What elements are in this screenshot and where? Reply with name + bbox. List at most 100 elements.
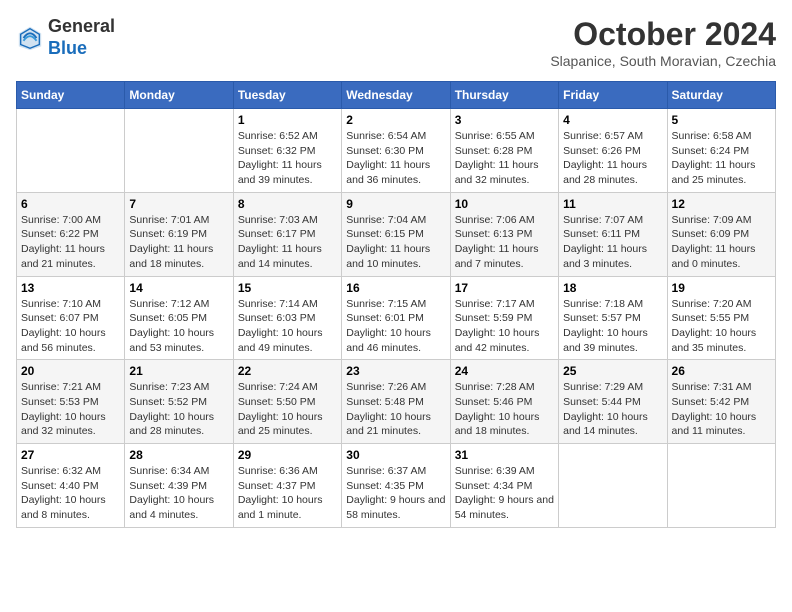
- calendar-cell: 30 Sunrise: 6:37 AMSunset: 4:35 PMDayligh…: [342, 444, 450, 528]
- calendar-cell: 1 Sunrise: 6:52 AMSunset: 6:32 PMDaylight…: [233, 109, 341, 193]
- logo-blue-text: Blue: [48, 38, 87, 58]
- calendar-table: SundayMondayTuesdayWednesdayThursdayFrid…: [16, 81, 776, 528]
- day-number: 28: [129, 448, 228, 462]
- day-info: Sunrise: 6:37 AMSunset: 4:35 PMDaylight:…: [346, 464, 445, 523]
- logo: General Blue: [16, 16, 115, 59]
- calendar-cell: 29Sunrise: 6:36 AMSunset: 4:37 PMDayligh…: [233, 444, 341, 528]
- day-info: Sunrise: 7:14 AMSunset: 6:03 PMDaylight:…: [238, 297, 337, 356]
- calendar-cell: 8 Sunrise: 7:03 AMSunset: 6:17 PMDaylight…: [233, 192, 341, 276]
- week-row-3: 13 Sunrise: 7:10 AMSunset: 6:07 PMDayligh…: [17, 276, 776, 360]
- calendar-cell: 23 Sunrise: 7:26 AMSunset: 5:48 PMDayligh…: [342, 360, 450, 444]
- calendar-cell: 31Sunrise: 6:39 AMSunset: 4:34 PMDayligh…: [450, 444, 558, 528]
- calendar-cell: [667, 444, 775, 528]
- calendar-cell: 17 Sunrise: 7:17 AMSunset: 5:59 PMDayligh…: [450, 276, 558, 360]
- weekday-header-tuesday: Tuesday: [233, 82, 341, 109]
- day-info: Sunrise: 7:06 AMSunset: 6:13 PMDaylight:…: [455, 213, 554, 272]
- day-info: Sunrise: 7:07 AMSunset: 6:11 PMDaylight:…: [563, 213, 662, 272]
- calendar-cell: [559, 444, 667, 528]
- calendar-cell: [17, 109, 125, 193]
- day-number: 15: [238, 281, 337, 295]
- day-number: 6: [21, 197, 120, 211]
- day-info: Sunrise: 7:21 AMSunset: 5:53 PMDaylight:…: [21, 380, 120, 439]
- calendar-cell: 4Sunrise: 6:57 AMSunset: 6:26 PMDaylight…: [559, 109, 667, 193]
- calendar-cell: 11 Sunrise: 7:07 AMSunset: 6:11 PMDayligh…: [559, 192, 667, 276]
- day-info: Sunrise: 7:09 AMSunset: 6:09 PMDaylight:…: [672, 213, 771, 272]
- day-info: Sunrise: 7:29 AMSunset: 5:44 PMDaylight:…: [563, 380, 662, 439]
- day-number: 27: [21, 448, 120, 462]
- day-number: 11: [563, 197, 662, 211]
- day-info: Sunrise: 6:34 AMSunset: 4:39 PMDaylight:…: [129, 464, 228, 523]
- day-number: 23: [346, 364, 445, 378]
- day-number: 1: [238, 113, 337, 127]
- calendar-cell: 20Sunrise: 7:21 AMSunset: 5:53 PMDayligh…: [17, 360, 125, 444]
- day-number: 8: [238, 197, 337, 211]
- day-number: 24: [455, 364, 554, 378]
- calendar-cell: 26Sunrise: 7:31 AMSunset: 5:42 PMDayligh…: [667, 360, 775, 444]
- day-number: 2: [346, 113, 445, 127]
- day-number: 16: [346, 281, 445, 295]
- calendar-cell: 15 Sunrise: 7:14 AMSunset: 6:03 PMDayligh…: [233, 276, 341, 360]
- month-title: October 2024: [550, 16, 776, 53]
- day-number: 29: [238, 448, 337, 462]
- week-row-1: 1 Sunrise: 6:52 AMSunset: 6:32 PMDaylight…: [17, 109, 776, 193]
- day-info: Sunrise: 7:00 AMSunset: 6:22 PMDaylight:…: [21, 213, 120, 272]
- day-info: Sunrise: 7:24 AMSunset: 5:50 PMDaylight:…: [238, 380, 337, 439]
- weekday-header-saturday: Saturday: [667, 82, 775, 109]
- day-info: Sunrise: 6:55 AMSunset: 6:28 PMDaylight:…: [455, 129, 554, 188]
- day-number: 30: [346, 448, 445, 462]
- day-number: 25: [563, 364, 662, 378]
- calendar-cell: 27 Sunrise: 6:32 AMSunset: 4:40 PMDayligh…: [17, 444, 125, 528]
- weekday-header-row: SundayMondayTuesdayWednesdayThursdayFrid…: [17, 82, 776, 109]
- calendar-cell: 13 Sunrise: 7:10 AMSunset: 6:07 PMDayligh…: [17, 276, 125, 360]
- week-row-4: 20Sunrise: 7:21 AMSunset: 5:53 PMDayligh…: [17, 360, 776, 444]
- day-number: 14: [129, 281, 228, 295]
- week-row-2: 6 Sunrise: 7:00 AMSunset: 6:22 PMDaylight…: [17, 192, 776, 276]
- day-info: Sunrise: 7:28 AMSunset: 5:46 PMDaylight:…: [455, 380, 554, 439]
- day-info: Sunrise: 7:04 AMSunset: 6:15 PMDaylight:…: [346, 213, 445, 272]
- calendar-cell: 19 Sunrise: 7:20 AMSunset: 5:55 PMDayligh…: [667, 276, 775, 360]
- calendar-cell: 7Sunrise: 7:01 AMSunset: 6:19 PMDaylight…: [125, 192, 233, 276]
- day-number: 31: [455, 448, 554, 462]
- week-row-5: 27 Sunrise: 6:32 AMSunset: 4:40 PMDayligh…: [17, 444, 776, 528]
- day-info: Sunrise: 6:32 AMSunset: 4:40 PMDaylight:…: [21, 464, 120, 523]
- day-number: 12: [672, 197, 771, 211]
- day-info: Sunrise: 7:23 AMSunset: 5:52 PMDaylight:…: [129, 380, 228, 439]
- day-info: Sunrise: 7:20 AMSunset: 5:55 PMDaylight:…: [672, 297, 771, 356]
- day-info: Sunrise: 7:03 AMSunset: 6:17 PMDaylight:…: [238, 213, 337, 272]
- calendar-cell: [125, 109, 233, 193]
- title-block: October 2024 Slapanice, South Moravian, …: [550, 16, 776, 69]
- day-info: Sunrise: 7:31 AMSunset: 5:42 PMDaylight:…: [672, 380, 771, 439]
- day-info: Sunrise: 7:10 AMSunset: 6:07 PMDaylight:…: [21, 297, 120, 356]
- calendar-cell: 5Sunrise: 6:58 AMSunset: 6:24 PMDaylight…: [667, 109, 775, 193]
- day-number: 13: [21, 281, 120, 295]
- day-number: 17: [455, 281, 554, 295]
- day-info: Sunrise: 6:52 AMSunset: 6:32 PMDaylight:…: [238, 129, 337, 188]
- calendar-cell: 9Sunrise: 7:04 AMSunset: 6:15 PMDaylight…: [342, 192, 450, 276]
- day-info: Sunrise: 6:54 AMSunset: 6:30 PMDaylight:…: [346, 129, 445, 188]
- day-number: 22: [238, 364, 337, 378]
- day-info: Sunrise: 7:12 AMSunset: 6:05 PMDaylight:…: [129, 297, 228, 356]
- day-number: 21: [129, 364, 228, 378]
- day-number: 10: [455, 197, 554, 211]
- calendar-cell: 28 Sunrise: 6:34 AMSunset: 4:39 PMDayligh…: [125, 444, 233, 528]
- weekday-header-thursday: Thursday: [450, 82, 558, 109]
- calendar-cell: 25 Sunrise: 7:29 AMSunset: 5:44 PMDayligh…: [559, 360, 667, 444]
- calendar-cell: 12 Sunrise: 7:09 AMSunset: 6:09 PMDayligh…: [667, 192, 775, 276]
- day-info: Sunrise: 7:17 AMSunset: 5:59 PMDaylight:…: [455, 297, 554, 356]
- calendar-cell: 3Sunrise: 6:55 AMSunset: 6:28 PMDaylight…: [450, 109, 558, 193]
- day-number: 18: [563, 281, 662, 295]
- weekday-header-friday: Friday: [559, 82, 667, 109]
- calendar-cell: 6 Sunrise: 7:00 AMSunset: 6:22 PMDaylight…: [17, 192, 125, 276]
- calendar-cell: 2 Sunrise: 6:54 AMSunset: 6:30 PMDaylight…: [342, 109, 450, 193]
- day-info: Sunrise: 7:18 AMSunset: 5:57 PMDaylight:…: [563, 297, 662, 356]
- day-info: Sunrise: 7:26 AMSunset: 5:48 PMDaylight:…: [346, 380, 445, 439]
- calendar-cell: 14 Sunrise: 7:12 AMSunset: 6:05 PMDayligh…: [125, 276, 233, 360]
- calendar-cell: 24 Sunrise: 7:28 AMSunset: 5:46 PMDayligh…: [450, 360, 558, 444]
- day-number: 4: [563, 113, 662, 127]
- day-number: 5: [672, 113, 771, 127]
- logo-general-text: General: [48, 16, 115, 36]
- weekday-header-sunday: Sunday: [17, 82, 125, 109]
- calendar-cell: 16 Sunrise: 7:15 AMSunset: 6:01 PMDayligh…: [342, 276, 450, 360]
- day-info: Sunrise: 7:15 AMSunset: 6:01 PMDaylight:…: [346, 297, 445, 356]
- day-number: 19: [672, 281, 771, 295]
